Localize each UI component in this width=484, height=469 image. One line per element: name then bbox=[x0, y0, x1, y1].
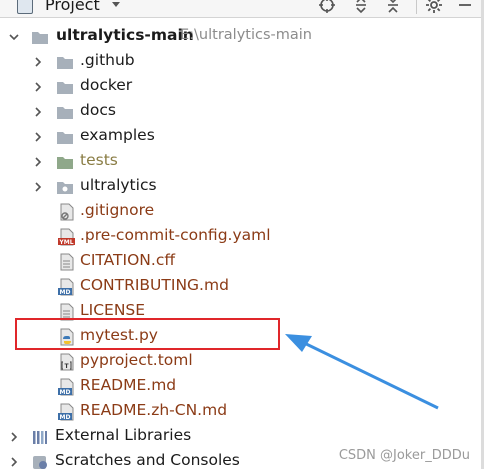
chevron-right-icon[interactable] bbox=[32, 56, 44, 68]
tree-item-label: examples bbox=[80, 126, 155, 144]
root-folder-name: ultralytics-main bbox=[56, 26, 194, 44]
tree-item-label: CONTRIBUTING.md bbox=[80, 276, 229, 294]
project-view-title[interactable]: Project bbox=[45, 0, 100, 14]
chevron-right-icon[interactable] bbox=[32, 81, 44, 93]
tree-item-external-libraries[interactable]: External Libraries bbox=[0, 424, 484, 449]
minimize-icon[interactable] bbox=[456, 0, 474, 14]
tree-item-tests[interactable]: tests bbox=[0, 149, 484, 174]
tree-item-label: .pre-commit-config.yaml bbox=[80, 226, 271, 244]
project-toolbar: Project bbox=[0, 0, 484, 18]
svg-text:MD: MD bbox=[60, 414, 71, 421]
chevron-down-icon[interactable] bbox=[8, 31, 20, 43]
chevron-right-icon[interactable] bbox=[8, 431, 20, 443]
markdown-file-icon: MD bbox=[58, 278, 74, 296]
project-view-icon bbox=[17, 0, 33, 14]
tree-item-label: tests bbox=[80, 151, 118, 169]
tree-item-label: docker bbox=[80, 76, 133, 94]
tree-item-docs[interactable]: docs bbox=[0, 99, 484, 124]
tree-item-gitignore[interactable]: .gitignore bbox=[0, 199, 484, 224]
highlight-box bbox=[15, 318, 280, 350]
package-folder-icon bbox=[57, 182, 73, 194]
toolbar-separator bbox=[416, 0, 417, 14]
tree-item-citation[interactable]: CITATION.cff bbox=[0, 249, 484, 274]
tree-item-readme[interactable]: MD README.md bbox=[0, 374, 484, 399]
tree-item-github[interactable]: .github bbox=[0, 49, 484, 74]
folder-icon bbox=[57, 57, 73, 69]
chevron-down-icon[interactable] bbox=[110, 0, 122, 11]
tree-item-readme-zh[interactable]: MD README.zh-CN.md bbox=[0, 399, 484, 424]
tree-item-label: LICENSE bbox=[80, 301, 146, 319]
chevron-right-icon[interactable] bbox=[32, 106, 44, 118]
tree-item-pyproject[interactable]: T pyproject.toml bbox=[0, 349, 484, 374]
tree-item-label: Scratches and Consoles bbox=[55, 451, 240, 469]
svg-text:YML: YML bbox=[58, 239, 73, 246]
folder-icon bbox=[32, 32, 48, 44]
toml-file-icon: T bbox=[60, 353, 74, 371]
svg-text:MD: MD bbox=[60, 389, 71, 396]
root-folder-path: E:\ultralytics-main bbox=[180, 27, 312, 43]
expand-all-icon[interactable] bbox=[352, 0, 370, 14]
tree-item-docker[interactable]: docker bbox=[0, 74, 484, 99]
crosshair-icon[interactable] bbox=[318, 0, 336, 14]
tree-item-label: ultralytics bbox=[80, 176, 157, 194]
collapse-all-icon[interactable] bbox=[384, 0, 402, 14]
markdown-file-icon: MD bbox=[58, 403, 74, 421]
ignore-file-icon bbox=[60, 203, 74, 221]
folder-icon bbox=[57, 107, 73, 119]
tree-item-label: .github bbox=[80, 51, 135, 69]
tree-item-ultralytics[interactable]: ultralytics bbox=[0, 174, 484, 199]
watermark: CSDN @Joker_DDDu bbox=[338, 448, 470, 463]
tree-item-contributing[interactable]: MD CONTRIBUTING.md bbox=[0, 274, 484, 299]
test-folder-icon bbox=[57, 157, 73, 169]
tree-item-label: README.md bbox=[80, 376, 177, 394]
chevron-right-icon[interactable] bbox=[32, 181, 44, 193]
tree-item-pre-commit[interactable]: YML .pre-commit-config.yaml bbox=[0, 224, 484, 249]
gear-icon[interactable] bbox=[425, 0, 443, 14]
folder-icon bbox=[57, 82, 73, 94]
tree-item-label: External Libraries bbox=[55, 426, 192, 444]
tree-item-examples[interactable]: examples bbox=[0, 124, 484, 149]
yaml-file-icon: YML bbox=[58, 228, 75, 246]
text-file-icon bbox=[60, 253, 74, 271]
tree-item-label: docs bbox=[80, 101, 116, 119]
chevron-right-icon[interactable] bbox=[32, 156, 44, 168]
tree-item-label: CITATION.cff bbox=[80, 251, 176, 269]
chevron-right-icon[interactable] bbox=[32, 131, 44, 143]
scratches-icon bbox=[33, 456, 47, 469]
svg-text:MD: MD bbox=[60, 289, 71, 296]
tree-item-label: pyproject.toml bbox=[80, 351, 193, 369]
folder-icon bbox=[57, 132, 73, 144]
tree-item-label: README.zh-CN.md bbox=[80, 401, 228, 419]
tree-item-label: .gitignore bbox=[80, 201, 155, 219]
chevron-right-icon[interactable] bbox=[8, 456, 20, 468]
libraries-icon bbox=[33, 431, 47, 444]
markdown-file-icon: MD bbox=[58, 378, 74, 396]
tree-root-row[interactable]: ultralytics-main E:\ultralytics-main bbox=[0, 24, 484, 49]
